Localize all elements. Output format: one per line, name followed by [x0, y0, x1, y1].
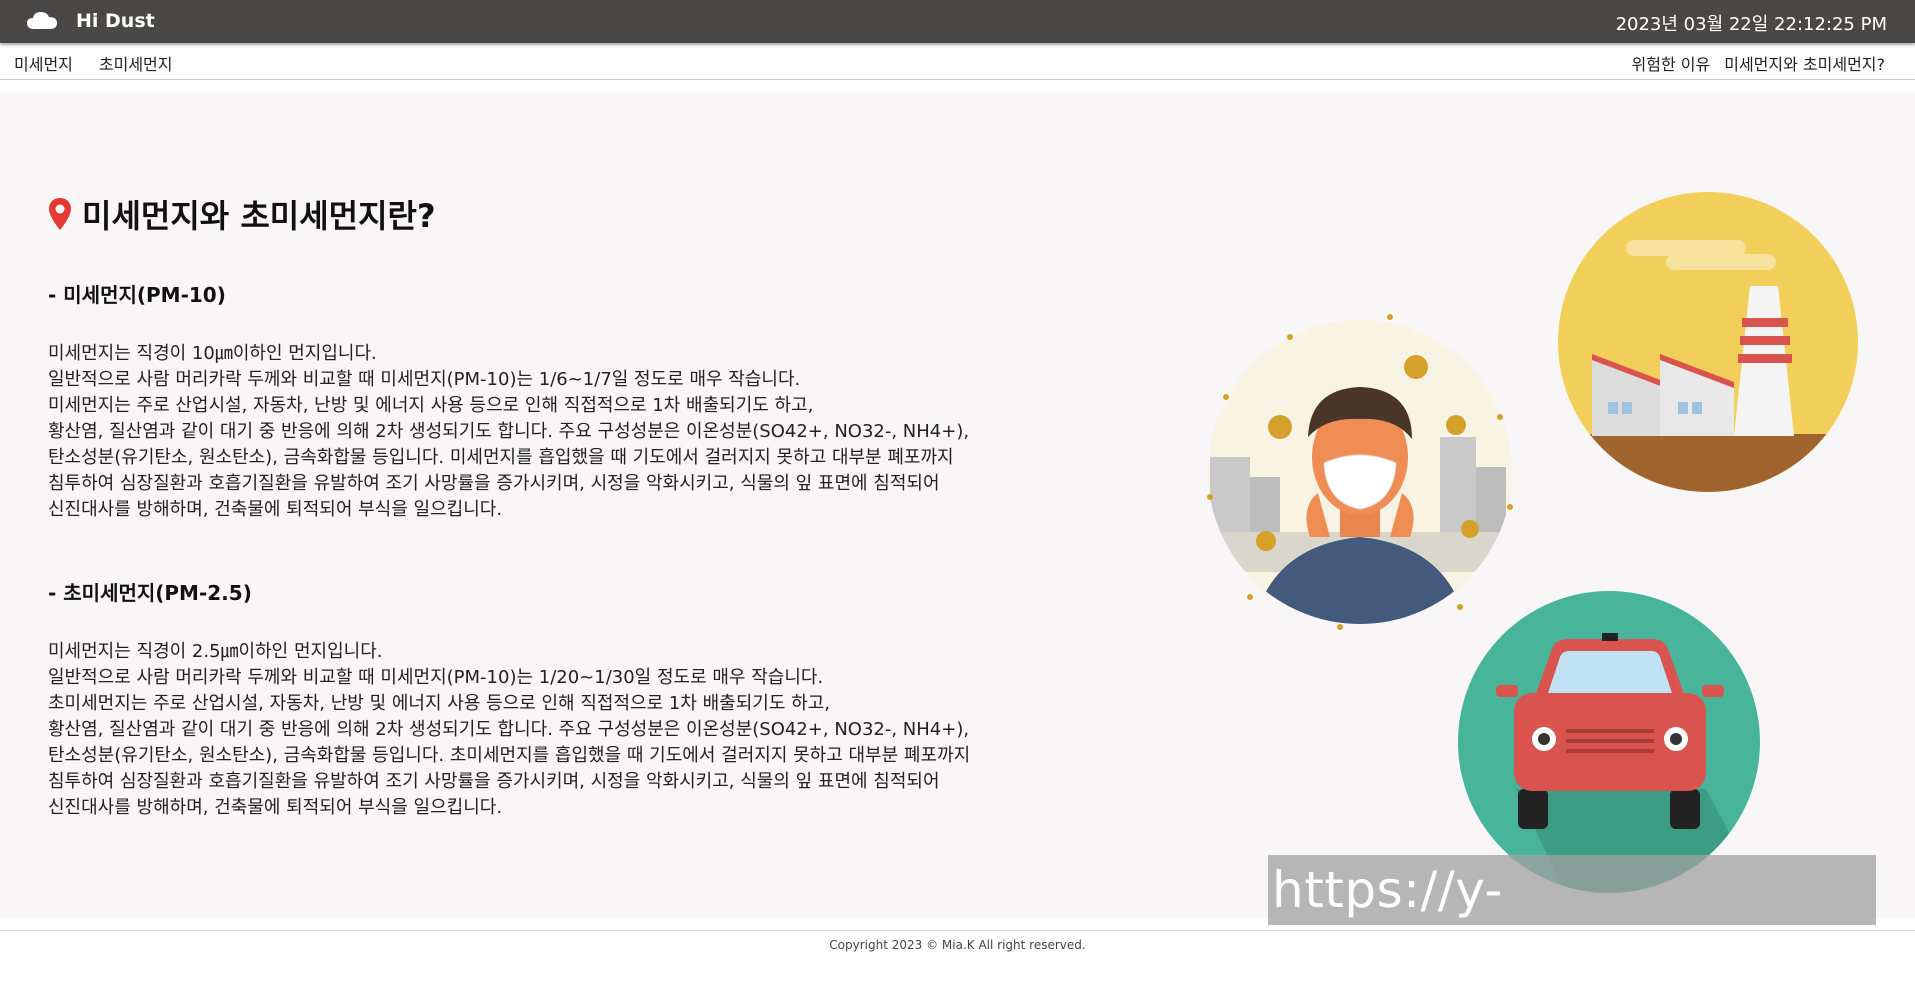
copyright-text: Copyright 2023 © Mia.K All right reserve… — [829, 938, 1086, 952]
body-line: 황산염, 질산염과 같이 대기 중 반응에 의해 2차 생성되기도 합니다. 주… — [48, 719, 970, 740]
body-line: 침투하여 심장질환과 호흡기질환을 유발하여 조기 사망률을 증가시키며, 시정… — [48, 771, 940, 792]
car-illustration — [1458, 591, 1760, 893]
body-line: 미세먼지는 주로 산업시설, 자동차, 난방 및 에너지 사용 등으로 인해 직… — [48, 395, 814, 416]
section-heading-pm25: - 초미세먼지(PM-2.5) — [48, 581, 252, 605]
app-header: Hi Dust 2023년 03월 22일 22:12:25 PM — [0, 0, 1915, 43]
current-datetime: 2023년 03월 22일 22:12:25 PM — [1615, 14, 1887, 35]
nav-left: 미세먼지 초미세먼지 — [14, 51, 173, 75]
brand-title[interactable]: Hi Dust — [76, 10, 155, 32]
body-line: 일반적으로 사람 머리카락 두께와 비교할 때 미세먼지(PM-10)는 1/6… — [48, 369, 801, 390]
page-heading: 미세먼지와 초미세먼지란? — [48, 191, 436, 237]
section-body-pm25: 미세먼지는 직경이 2.5㎛이하인 먼지입니다. 일반적으로 사람 머리카락 두… — [48, 639, 970, 821]
body-line: 황산염, 질산염과 같이 대기 중 반응에 의해 2차 생성되기도 합니다. 주… — [48, 421, 970, 442]
nav-item-pm25[interactable]: 초미세먼지 — [99, 51, 173, 75]
nav-bar: 미세먼지 초미세먼지 위험한 이유 미세먼지와 초미세먼지? — [0, 43, 1915, 80]
watermark-url: https://y-seon97.tistory.com — [1268, 855, 1876, 989]
body-line: 신진대사를 방해하며, 건축물에 퇴적되어 부식을 일으킵니다. — [48, 797, 503, 818]
location-pin-icon — [49, 198, 71, 230]
page-title: 미세먼지와 초미세먼지란? — [82, 197, 436, 235]
main-content: 미세먼지와 초미세먼지란? - 미세먼지(PM-10) 미세먼지는 직경이 10… — [0, 91, 1915, 919]
cloud-icon[interactable] — [26, 9, 58, 31]
nav-item-danger-reason[interactable]: 위험한 이유 — [1632, 51, 1711, 75]
section-heading-pm10: - 미세먼지(PM-10) — [48, 283, 226, 307]
body-line: 침투하여 심장질환과 호흡기질환을 유발하여 조기 사망률을 증가시키며, 시정… — [48, 473, 940, 494]
body-line: 탄소성분(유기탄소, 원소탄소), 금속화합물 등입니다. 초미세먼지를 흡입했… — [48, 745, 971, 766]
nav-item-about-dust[interactable]: 미세먼지와 초미세먼지? — [1724, 51, 1885, 75]
nav-right: 위험한 이유 미세먼지와 초미세먼지? — [1632, 51, 1885, 75]
body-line: 미세먼지는 직경이 2.5㎛이하인 먼지입니다. — [48, 641, 383, 662]
footer-divider — [0, 930, 1915, 931]
body-line: 초미세먼지는 주로 산업시설, 자동차, 난방 및 에너지 사용 등으로 인해 … — [48, 693, 830, 714]
section-body-pm10: 미세먼지는 직경이 10㎛이하인 먼지입니다. 일반적으로 사람 머리카락 두께… — [48, 341, 969, 523]
nav-item-pm10[interactable]: 미세먼지 — [14, 51, 73, 75]
body-line: 탄소성분(유기탄소, 원소탄소), 금속화합물 등입니다. 미세먼지를 흡입했을… — [48, 447, 954, 468]
factory-illustration — [1558, 192, 1858, 492]
body-line: 일반적으로 사람 머리카락 두께와 비교할 때 미세먼지(PM-10)는 1/2… — [48, 667, 824, 688]
body-line: 신진대사를 방해하며, 건축물에 퇴적되어 부식을 일으킵니다. — [48, 499, 503, 520]
body-line: 미세먼지는 직경이 10㎛이하인 먼지입니다. — [48, 343, 377, 364]
